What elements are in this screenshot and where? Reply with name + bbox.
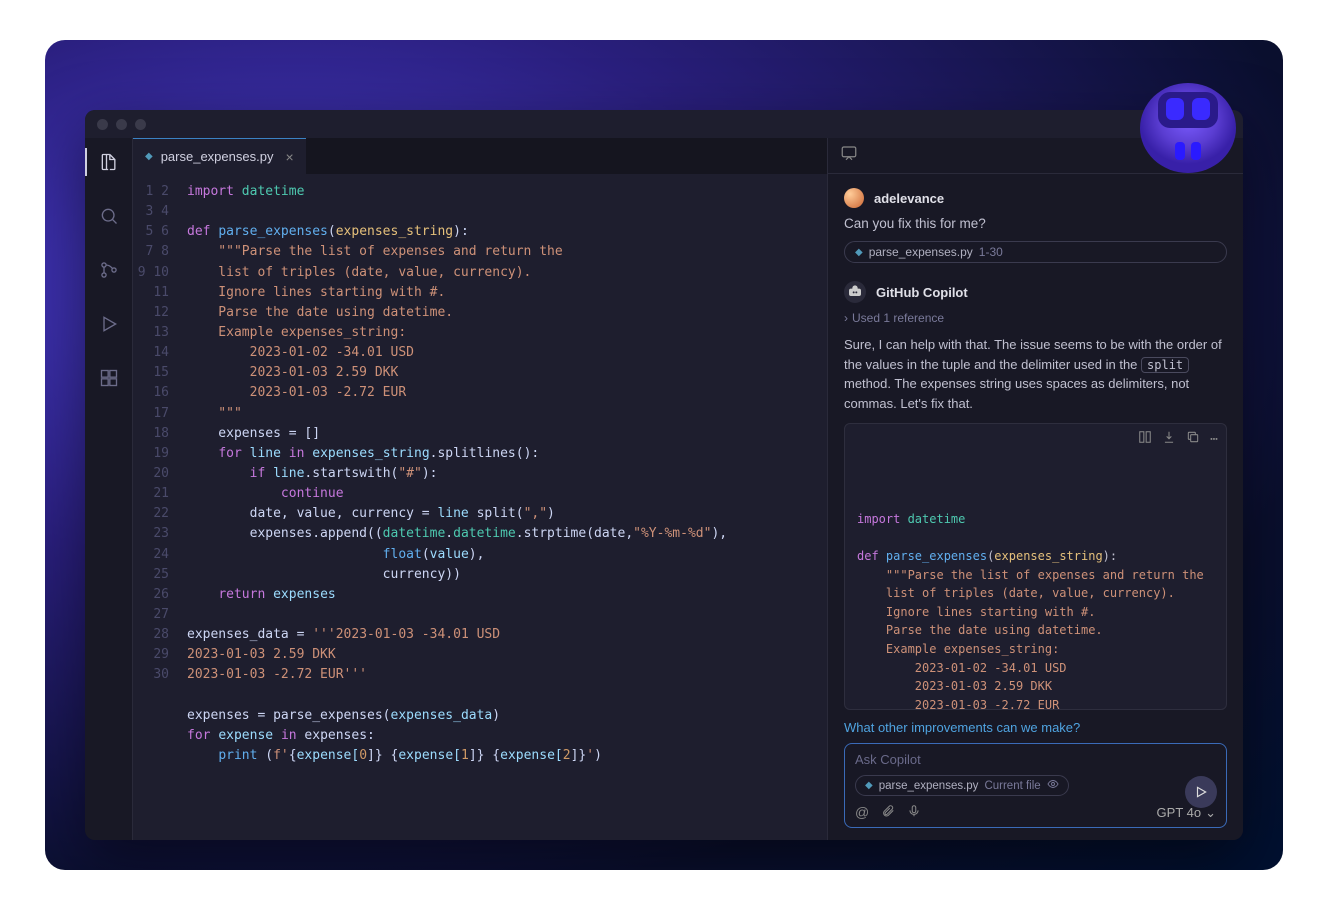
tab-parse-expenses[interactable]: ◆ parse_expenses.py ×: [133, 138, 306, 174]
chat-context-pill[interactable]: ◆ parse_expenses.py Current file: [855, 775, 1069, 796]
eye-icon: [1047, 778, 1059, 793]
tab-label: parse_expenses.py: [161, 149, 274, 164]
extensions-icon[interactable]: [85, 360, 133, 396]
chat-assistant-name: GitHub Copilot: [876, 285, 968, 300]
used-reference-toggle[interactable]: › Used 1 reference: [844, 311, 1227, 325]
chat-user-reference[interactable]: ◆ parse_expenses.py 1-30: [844, 241, 1227, 263]
inline-code: split: [1141, 357, 1189, 373]
run-debug-icon[interactable]: [85, 306, 133, 342]
mention-icon[interactable]: @: [855, 804, 869, 821]
window-titlebar: [85, 110, 1243, 138]
mic-icon[interactable]: [907, 804, 921, 821]
chat-user-message: Can you fix this for me?: [844, 216, 1227, 231]
traffic-light-zoom[interactable]: [135, 119, 146, 130]
chat-input-placeholder: Ask Copilot: [855, 752, 1216, 767]
apply-icon[interactable]: [1138, 430, 1152, 451]
copilot-avatar-icon: [844, 281, 866, 303]
explorer-icon[interactable]: [85, 144, 133, 180]
copilot-mascot-icon: [1133, 70, 1243, 180]
source-control-icon[interactable]: [85, 252, 133, 288]
chat-input[interactable]: Ask Copilot ◆ parse_expenses.py Current …: [844, 743, 1227, 828]
chat-assistant-message: Sure, I can help with that. The issue se…: [844, 335, 1227, 413]
editor-window: ◆ parse_expenses.py × 1 2 3 4 5 6 7 8 9 …: [85, 110, 1243, 840]
chat-code-block: ⋯ import datetime def parse_expenses(exp…: [844, 423, 1227, 710]
activity-bar: [85, 138, 133, 840]
model-selector[interactable]: GPT 4o ⌄: [1157, 805, 1216, 821]
send-button[interactable]: [1185, 776, 1217, 808]
code-editor[interactable]: 1 2 3 4 5 6 7 8 9 10 11 12 13 14 15 16 1…: [133, 174, 827, 840]
chat-icon[interactable]: [840, 144, 858, 167]
editor-tabbar: ◆ parse_expenses.py ×: [133, 138, 827, 174]
close-tab-icon[interactable]: ×: [285, 149, 293, 165]
traffic-light-close[interactable]: [97, 119, 108, 130]
user-avatar: [844, 188, 864, 208]
python-file-icon: ◆: [855, 247, 863, 258]
traffic-light-minimize[interactable]: [116, 119, 127, 130]
insert-icon[interactable]: [1162, 430, 1176, 451]
chevron-right-icon: ›: [844, 311, 848, 325]
more-icon[interactable]: ⋯: [1210, 430, 1218, 451]
python-file-icon: ◆: [145, 151, 153, 162]
python-file-icon: ◆: [865, 780, 873, 791]
attach-icon[interactable]: [881, 804, 895, 821]
chat-username: adelevance: [874, 191, 944, 206]
copy-icon[interactable]: [1186, 430, 1200, 451]
search-icon[interactable]: [85, 198, 133, 234]
chat-body: adelevance Can you fix this for me? ◆ pa…: [828, 174, 1243, 840]
chat-follow-up-suggestion[interactable]: What other improvements can we make?: [844, 720, 1227, 735]
